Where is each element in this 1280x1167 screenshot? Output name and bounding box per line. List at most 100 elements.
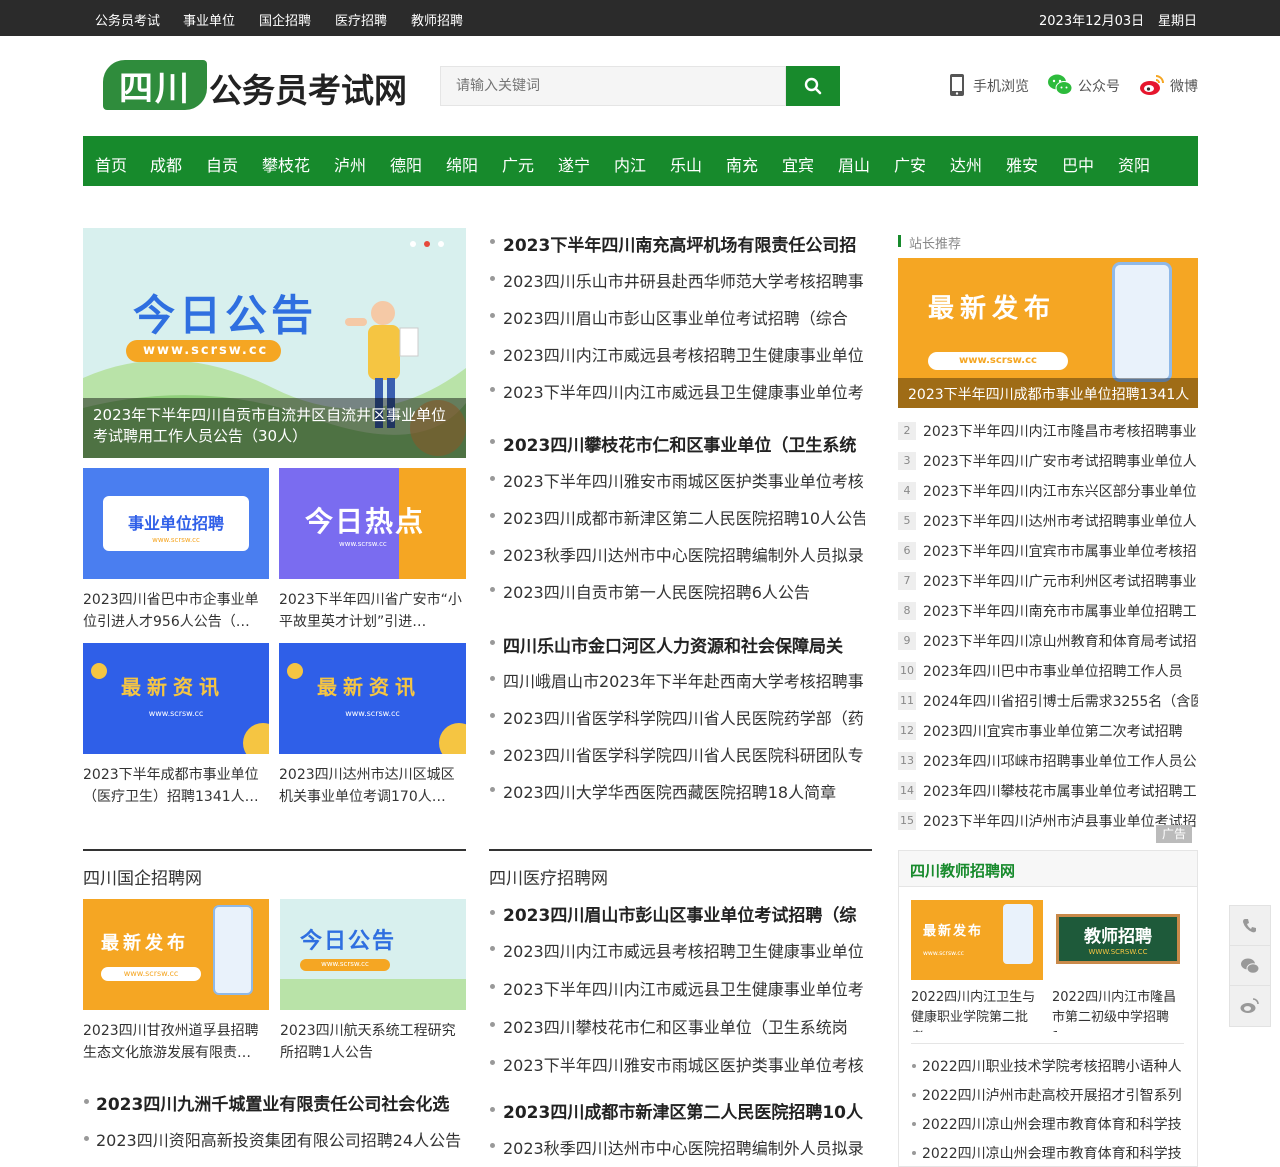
search-input[interactable]	[440, 66, 786, 106]
nav-item-suining[interactable]: 遂宁	[558, 152, 590, 176]
rank-item[interactable]: 6 2023下半年四川宜宾市市属事业单位考核招	[898, 541, 1198, 561]
teacher-list-item[interactable]: 2022四川凉山州会理市教育体育和科学技	[922, 1114, 1187, 1134]
float-wechat-button[interactable]	[1229, 945, 1271, 987]
nav-item-bazhong[interactable]: 巴中	[1062, 152, 1094, 176]
grid-caption-3[interactable]: 2023下半年成都市事业单位（医疗卫生）招聘1341人…	[83, 764, 269, 808]
teacher-list-item[interactable]: 2022四川泸州市赴高校开展招才引智系列	[922, 1085, 1187, 1105]
rank-item[interactable]: 9 2023下半年四川凉山州教育和体育局考试招	[898, 631, 1198, 651]
weibo-link[interactable]: 微博	[1170, 76, 1198, 96]
rank-item[interactable]: 14 2023年四川攀枝花市属事业单位考试招聘工	[898, 781, 1198, 801]
news-item[interactable]: 四川峨眉山市2023年下半年赴西南大学考核招聘事	[503, 668, 865, 692]
nav-item-yibin[interactable]: 宜宾	[782, 152, 814, 176]
nav-item-ziyang[interactable]: 资阳	[1118, 152, 1150, 176]
medical-list-item[interactable]: 2023四川攀枝花市仁和区事业单位（卫生系统岗	[503, 1014, 865, 1038]
grid-caption-4[interactable]: 2023四川达州市达川区城区机关事业单位考调170人…	[279, 764, 466, 808]
news-item[interactable]: 2023秋季四川达州市中心医院招聘编制外人员拟录	[503, 542, 865, 566]
nav-item-panzhihua[interactable]: 攀枝花	[262, 152, 310, 176]
news-item[interactable]: 2023四川乐山市井研县赴西华师范大学考核招聘事	[503, 268, 865, 292]
rank-item[interactable]: 2 2023下半年四川内江市隆昌市考核招聘事业	[898, 421, 1198, 441]
medical-list-item[interactable]: 2023下半年四川雅安市雨城区医护类事业单位考核	[503, 1052, 865, 1076]
nav-item-luzhou[interactable]: 泸州	[334, 152, 366, 176]
nav-item-neijiang[interactable]: 内江	[614, 152, 646, 176]
teacher-caption-2[interactable]: 2022四川内江市隆昌市第二初级中学招聘1…	[1052, 988, 1185, 1032]
teacher-thumb-1[interactable]: 最新发布 www.scrsw.cc	[911, 900, 1043, 980]
top-link-soe[interactable]: 国企招聘	[259, 10, 311, 29]
rank-item[interactable]: 3 2023下半年四川广安市考试招聘事业单位人	[898, 451, 1198, 471]
news-headline[interactable]: 2023四川攀枝花市仁和区事业单位（卫生系统	[503, 431, 865, 456]
nav-item-yaan[interactable]: 雅安	[1006, 152, 1038, 176]
news-item[interactable]: 2023下半年四川内江市威远县卫生健康事业单位考	[503, 379, 865, 403]
nav-item-guangyuan[interactable]: 广元	[502, 152, 534, 176]
soe-headline[interactable]: 2023四川九洲千城置业有限责任公司社会化选	[96, 1090, 466, 1115]
grid-caption-1[interactable]: 2023四川省巴中市企事业单位引进人才956人公告（…	[83, 589, 269, 633]
rank-number: 7	[898, 572, 916, 590]
soe-thumb-1[interactable]: 最新发布 www.scrsw.cc	[83, 899, 269, 1010]
nav-item-guangan[interactable]: 广安	[894, 152, 926, 176]
news-item[interactable]: 2023下半年四川雅安市雨城区医护类事业单位考核	[503, 468, 865, 492]
rank-item[interactable]: 7 2023下半年四川广元市利州区考试招聘事业	[898, 571, 1198, 591]
rank-item[interactable]: 15 2023下半年四川泸州市泸县事业单位考试招	[898, 811, 1198, 831]
section-title-medical[interactable]: 四川医疗招聘网	[489, 864, 608, 889]
teacher-list-item[interactable]: 2022四川凉山州会理市教育体育和科学技	[922, 1143, 1187, 1163]
top-link-civil-service[interactable]: 公务员考试	[95, 10, 160, 29]
nav-item-home[interactable]: 首页	[95, 152, 127, 176]
nav-item-dazhou[interactable]: 达州	[950, 152, 982, 176]
wechat-account-link[interactable]: 公众号	[1078, 76, 1120, 96]
rank-item[interactable]: 12 2023四川宜宾市事业单位第二次考试招聘	[898, 721, 1198, 741]
float-weibo-button[interactable]	[1229, 985, 1271, 1027]
grid-thumb-2[interactable]: 今日热点 www.scrsw.cc	[279, 468, 466, 579]
rank-item[interactable]: 13 2023年四川邛崃市招聘事业单位工作人员公	[898, 751, 1198, 771]
rank-item[interactable]: 11 2024年四川省招引博士后需求3255名（含医	[898, 691, 1198, 711]
featured-caption[interactable]: 2023下半年四川成都市事业单位招聘1341人	[908, 384, 1189, 404]
soe-caption-2[interactable]: 2023四川航天系统工程研究所招聘1人公告	[280, 1020, 466, 1064]
news-headline[interactable]: 2023下半年四川南充高坪机场有限责任公司招	[503, 231, 865, 256]
news-item[interactable]: 2023四川大学华西医院西藏医院招聘18人简章	[503, 779, 865, 803]
banner-caption[interactable]: 2023年下半年四川自贡市自流井区自流井区事业单位考试聘用工作人员公告（30人）	[93, 405, 458, 447]
soe-caption-1[interactable]: 2023四川甘孜州道孚县招聘生态文化旅游发展有限责…	[83, 1020, 269, 1064]
medical-list-item[interactable]: 2023四川内江市威远县考核招聘卫生健康事业单位	[503, 938, 865, 962]
rank-item[interactable]: 8 2023下半年四川南充市市属事业单位招聘工	[898, 601, 1198, 621]
news-item[interactable]: 2023四川成都市新津区第二人民医院招聘10人公告	[503, 505, 865, 529]
nav-item-leshan[interactable]: 乐山	[670, 152, 702, 176]
bullet	[912, 1093, 916, 1097]
rank-item[interactable]: 10 2023年四川巴中市事业单位招聘工作人员	[898, 661, 1198, 681]
grid-thumb-1[interactable]: 事业单位招聘 www.scrsw.cc	[83, 468, 269, 579]
teacher-caption-1[interactable]: 2022四川内江卫生与健康职业学院第二批考…	[911, 988, 1044, 1032]
nav-item-mianyang[interactable]: 绵阳	[446, 152, 478, 176]
news-item[interactable]: 2023四川眉山市彭山区事业单位考试招聘（综合	[503, 305, 865, 329]
medical-list-item[interactable]: 2023秋季四川达州市中心医院招聘编制外人员拟录	[503, 1135, 865, 1159]
nav-item-meishan[interactable]: 眉山	[838, 152, 870, 176]
grid-thumb-3[interactable]: 最新资讯 www.scrsw.cc	[83, 643, 269, 754]
soe-list-item[interactable]: 2023四川资阳高新投资集团有限公司招聘24人公告	[96, 1127, 466, 1151]
section-title-soe[interactable]: 四川国企招聘网	[83, 864, 202, 889]
teacher-thumb-2[interactable]: 教师招聘 WWW.SCRSW.CC	[1052, 900, 1184, 980]
soe-thumb-2[interactable]: 今日公告 www.scrsw.cc	[280, 899, 466, 1010]
news-item[interactable]: 2023四川内江市威远县考核招聘卫生健康事业单位	[503, 342, 865, 366]
sidebar-featured[interactable]: 最新发布 www.scrsw.cc 2023下半年四川成都市事业单位招聘1341…	[898, 258, 1198, 408]
top-link-teacher[interactable]: 教师招聘	[411, 10, 463, 29]
nav-item-deyang[interactable]: 德阳	[390, 152, 422, 176]
top-link-public-institution[interactable]: 事业单位	[183, 10, 235, 29]
news-item[interactable]: 2023四川省医学科学院四川省人民医院药学部（药	[503, 705, 865, 729]
nav-item-nanchong[interactable]: 南充	[726, 152, 758, 176]
teacher-list-item[interactable]: 2022四川职业技术学院考核招聘小语种人	[922, 1056, 1187, 1076]
float-phone-button[interactable]	[1229, 905, 1271, 947]
medical-headline[interactable]: 2023四川成都市新津区第二人民医院招聘10人	[503, 1098, 865, 1123]
teacher-box-title[interactable]: 四川教师招聘网	[910, 860, 1015, 881]
nav-item-zigong[interactable]: 自贡	[206, 152, 238, 176]
search-button[interactable]	[786, 66, 840, 106]
medical-list-item[interactable]: 2023下半年四川内江市威远县卫生健康事业单位考	[503, 976, 865, 1000]
news-item[interactable]: 2023四川自贡市第一人民医院招聘6人公告	[503, 579, 865, 603]
mobile-browse-link[interactable]: 手机浏览	[973, 76, 1029, 96]
news-item[interactable]: 2023四川省医学科学院四川省人民医院科研团队专	[503, 742, 865, 766]
rank-item[interactable]: 5 2023下半年四川达州市考试招聘事业单位人	[898, 511, 1198, 531]
nav-item-chengdu[interactable]: 成都	[150, 152, 182, 176]
grid-caption-2[interactable]: 2023下半年四川省广安市“小平故里英才计划”引进…	[279, 589, 466, 633]
banner-carousel[interactable]: 今日公告 www.scrsw.cc 2023年下半年四川自贡市自流井区自流井区事…	[83, 228, 466, 458]
top-link-medical[interactable]: 医疗招聘	[335, 10, 387, 29]
medical-headline[interactable]: 2023四川眉山市彭山区事业单位考试招聘（综	[503, 901, 865, 926]
site-logo[interactable]: 四川 公务员考试网	[103, 60, 413, 112]
news-headline[interactable]: 四川乐山市金口河区人力资源和社会保障局关	[503, 632, 865, 657]
rank-item[interactable]: 4 2023下半年四川内江市东兴区部分事业单位	[898, 481, 1198, 501]
grid-thumb-4[interactable]: 最新资讯 www.scrsw.cc	[279, 643, 466, 754]
